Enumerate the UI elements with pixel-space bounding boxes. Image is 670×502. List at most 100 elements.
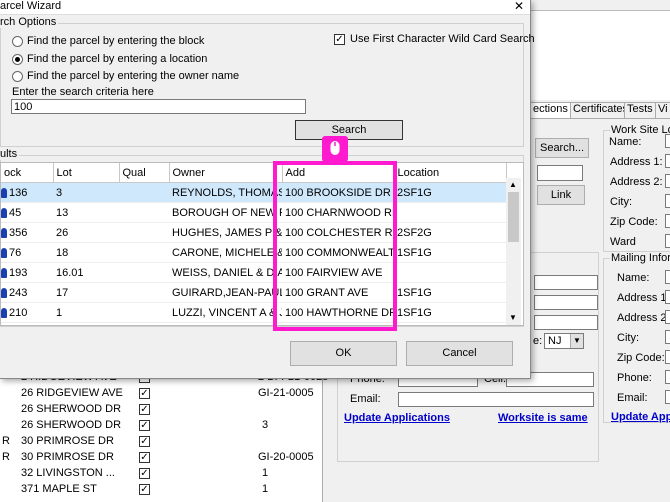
ml-email-field[interactable] — [665, 390, 670, 404]
parcel-pin-icon — [1, 227, 7, 238]
row-checkbox[interactable]: ✓ — [139, 388, 150, 399]
cell-location: 1SF1G — [394, 242, 506, 263]
row-number: 3 — [262, 419, 269, 431]
option-owner-radio[interactable] — [12, 71, 23, 82]
cancel-button[interactable]: Cancel — [406, 341, 513, 366]
result-row[interactable]: 356 26 HUGHES, JAMES P &... 100 COLCHESTER … — [1, 222, 506, 243]
background-list-row[interactable]: 26 RIDGEVIEW AVE ✓ GI-21-0005 — [0, 386, 322, 402]
col-lot-header[interactable]: Lot — [53, 163, 120, 183]
ml-phone-field[interactable] — [665, 370, 670, 384]
ws-city-field[interactable] — [665, 194, 670, 208]
ml-city-field[interactable] — [665, 330, 670, 344]
cell-lot-text: 26 — [56, 226, 69, 239]
cell-block-text: 136 — [9, 186, 28, 199]
cell-owner: GUIRARD,JEAN-PAUL... — [169, 282, 282, 303]
ml-phone-label: Phone: — [617, 372, 652, 384]
search-options-legend: rch Options — [0, 16, 59, 28]
option-location-label[interactable]: Find the parcel by entering a location — [27, 53, 207, 65]
scroll-up-arrow[interactable]: ▲ — [509, 180, 517, 189]
bg-field-2[interactable] — [534, 295, 598, 310]
wildcard-label[interactable]: Use First Character Wild Card Search — [350, 33, 535, 45]
cell-lot: 13 — [53, 202, 119, 223]
row-prefix: R — [2, 435, 10, 447]
bg-field-3[interactable] — [534, 315, 598, 330]
small-field[interactable] — [537, 165, 583, 181]
parcel-wizard-dialog: arcel Wizard ✕ rch Options Find the parc… — [0, 0, 535, 379]
background-list-row[interactable]: 26 SHERWOOD DR ✓ 3 — [0, 418, 322, 434]
row-checkbox[interactable]: ✓ — [139, 404, 150, 415]
row-street: 32 LIVINGSTON ... — [21, 467, 115, 479]
close-icon[interactable]: ✕ — [514, 0, 524, 13]
cell-lot-text: 18 — [56, 246, 69, 259]
tab-vi-label: Vi — [658, 103, 668, 115]
search-criteria-input[interactable] — [11, 99, 306, 114]
search-button[interactable]: Search — [295, 120, 403, 140]
tab-vi[interactable]: Vi — [655, 102, 670, 119]
cell-lot-text: 13 — [56, 206, 69, 219]
ws-name-field[interactable] — [665, 134, 670, 148]
tab-tests[interactable]: Tests — [624, 102, 656, 119]
tab-certificates[interactable]: Certificates — [570, 102, 628, 119]
ws-zip-field[interactable] — [665, 214, 670, 228]
tab-connections[interactable]: ections — [530, 102, 574, 119]
option-location-radio[interactable] — [12, 54, 23, 65]
result-row[interactable]: 24317GUIRARD,JEAN-PAUL...100 GRANT AVE1S… — [1, 282, 506, 303]
state-select[interactable]: NJ ▼ — [544, 333, 584, 349]
row-checkbox[interactable]: ✓ — [139, 436, 150, 447]
wildcard-checkbox[interactable]: ✓ — [334, 34, 345, 45]
option-block-radio[interactable] — [12, 36, 23, 47]
col-qual-header[interactable]: Qual — [119, 163, 170, 183]
cell-location-text: 2SF1G — [397, 186, 432, 199]
cell-location: 2SF2G — [394, 322, 506, 325]
bg-field-1[interactable] — [534, 275, 598, 290]
cell-owner-text: CARONE, MICHELE & ... — [172, 246, 282, 259]
cell-location-text: 1SF1G — [397, 246, 432, 259]
background-list-row[interactable]: 26 SHERWOOD DR ✓ — [0, 402, 322, 418]
tab-connections-label: ections — [533, 103, 568, 115]
row-checkbox[interactable]: ✓ — [139, 484, 150, 495]
cell-owner: LA, THIEN & NG, CHRI... — [169, 322, 282, 325]
ml-zip-field[interactable] — [665, 350, 670, 364]
background-list-row[interactable]: R 30 PRIMROSE DR ✓ — [0, 434, 322, 450]
update-appl-right-link[interactable]: Update Appl — [611, 411, 670, 423]
col-location-header[interactable]: Location — [394, 163, 507, 183]
update-applications-link[interactable]: Update Applications — [344, 412, 450, 424]
ws-address1-field[interactable] — [665, 154, 670, 168]
row-checkbox[interactable]: ✓ — [139, 468, 150, 479]
scroll-thumb[interactable] — [508, 192, 519, 242]
ml-address2-field[interactable] — [665, 310, 670, 324]
option-owner-label[interactable]: Find the parcel by entering the owner na… — [27, 70, 239, 82]
parcel-pin-icon — [1, 287, 7, 298]
cell-block: 264 — [1, 322, 53, 325]
result-row[interactable]: 193 16.01 WEISS, DANIEL & DIA... 100 FAIRVI… — [1, 262, 506, 283]
parcel-pin-icon — [1, 187, 7, 198]
results-scrollbar[interactable]: ▲ ▼ — [506, 178, 521, 325]
search-dots-button[interactable]: Search... — [535, 138, 589, 158]
row-checkbox[interactable]: ✓ — [139, 452, 150, 463]
background-list-row[interactable]: 371 MAPLE ST ✓ 1 — [0, 482, 322, 498]
col-block-header[interactable]: ock — [1, 163, 54, 183]
result-row[interactable]: 7618CARONE, MICHELE & ...100 COMMONWEALT… — [1, 242, 506, 263]
background-list-row[interactable]: 32 LIVINGSTON ... ✓ 1 — [0, 466, 322, 482]
result-row[interactable]: 2646LA, THIEN & NG, CHRI...100 MOUNTAIN … — [1, 322, 506, 325]
option-block-label[interactable]: Find the parcel by entering the block — [27, 35, 204, 47]
result-row[interactable]: 1363REYNOLDS, THOMAS...100 BROOKSIDE DR2… — [1, 182, 506, 203]
background-list-row[interactable]: R 30 PRIMROSE DR ✓ GI-20-0005 — [0, 450, 322, 466]
cell-lot: 1 — [53, 302, 119, 323]
email-field[interactable] — [398, 392, 594, 407]
scroll-down-arrow[interactable]: ▼ — [509, 313, 517, 322]
col-owner-header[interactable]: Owner — [169, 163, 283, 183]
worksite-same-link[interactable]: Worksite is same — [498, 412, 588, 424]
link-button[interactable]: Link — [537, 185, 585, 205]
ws-ward-field[interactable] — [665, 234, 670, 248]
result-row[interactable]: 210 1 LUZZI, VINCENT A & J... 100 HAWTHORNE… — [1, 302, 506, 323]
ml-address1-field[interactable] — [665, 290, 670, 304]
cell-lot-text: 3 — [56, 186, 63, 199]
row-checkbox[interactable]: ✓ — [139, 420, 150, 431]
ml-name-field[interactable] — [665, 270, 670, 284]
cell-owner-text: BOROUGH OF NEW P... — [172, 206, 282, 219]
ws-address2-field[interactable] — [665, 174, 670, 188]
cell-lot: 3 — [53, 182, 119, 203]
ok-button[interactable]: OK — [290, 341, 397, 366]
result-row[interactable]: 45 13 BOROUGH OF NEW P... 100 CHARNWOOD RD — [1, 202, 506, 223]
